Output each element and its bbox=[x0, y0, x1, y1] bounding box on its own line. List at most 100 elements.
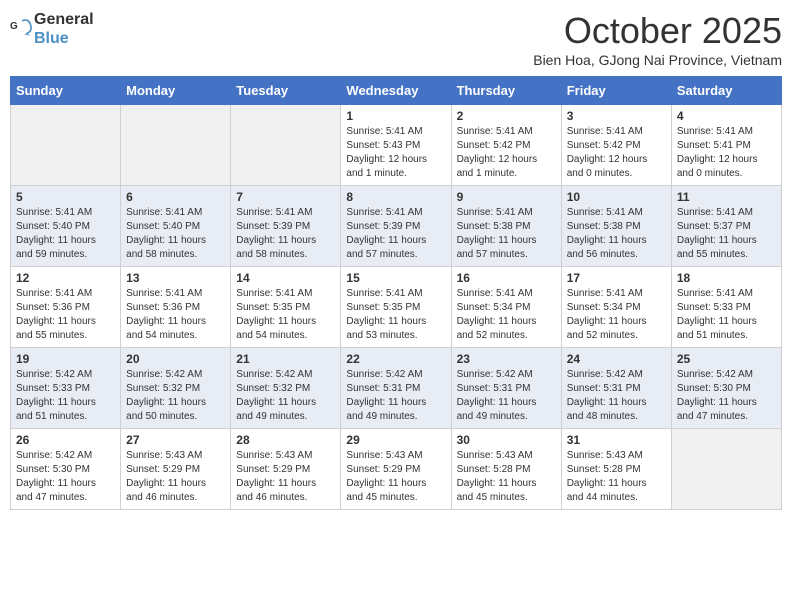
header-sunday: Sunday bbox=[11, 77, 121, 105]
day-number: 30 bbox=[457, 433, 556, 447]
calendar-cell: 15 Sunrise: 5:41 AMSunset: 5:35 PMDayligh… bbox=[341, 267, 451, 348]
calendar-cell: 25 Sunrise: 5:42 AMSunset: 5:30 PMDayligh… bbox=[671, 348, 781, 429]
day-number: 26 bbox=[16, 433, 115, 447]
calendar-cell: 5 Sunrise: 5:41 AMSunset: 5:40 PMDaylight… bbox=[11, 186, 121, 267]
logo-line2: Blue bbox=[34, 29, 94, 48]
day-info: Sunrise: 5:42 AMSunset: 5:30 PMDaylight:… bbox=[677, 368, 776, 424]
calendar-cell: 24Sunrise: 5:42 AMSunset: 5:31 PMDayligh… bbox=[561, 348, 671, 429]
calendar-cell: 23 Sunrise: 5:42 AMSunset: 5:31 PMDayligh… bbox=[451, 348, 561, 429]
day-number: 1 bbox=[346, 109, 445, 123]
day-number: 18 bbox=[677, 271, 776, 285]
calendar-cell: 3 Sunrise: 5:41 AMSunset: 5:42 PMDaylight… bbox=[561, 105, 671, 186]
calendar-cell bbox=[231, 105, 341, 186]
day-info: Sunrise: 5:42 AMSunset: 5:30 PMDaylight:… bbox=[16, 449, 115, 505]
calendar-cell: 31Sunrise: 5:43 AMSunset: 5:28 PMDayligh… bbox=[561, 429, 671, 510]
calendar-cell: 6Sunrise: 5:41 AMSunset: 5:40 PMDaylight… bbox=[121, 186, 231, 267]
day-info: Sunrise: 5:42 AMSunset: 5:32 PMDaylight:… bbox=[126, 368, 225, 424]
day-number: 25 bbox=[677, 352, 776, 366]
calendar-cell: 18Sunrise: 5:41 AMSunset: 5:33 PMDayligh… bbox=[671, 267, 781, 348]
day-number: 24 bbox=[567, 352, 666, 366]
day-number: 6 bbox=[126, 190, 225, 204]
day-info: Sunrise: 5:41 AMSunset: 5:37 PMDaylight:… bbox=[677, 206, 776, 262]
day-number: 13 bbox=[126, 271, 225, 285]
day-number: 29 bbox=[346, 433, 445, 447]
day-number: 21 bbox=[236, 352, 335, 366]
calendar-cell: 26 Sunrise: 5:42 AMSunset: 5:30 PMDayligh… bbox=[11, 429, 121, 510]
calendar-cell bbox=[11, 105, 121, 186]
day-info: Sunrise: 5:41 AMSunset: 5:34 PMDaylight:… bbox=[567, 287, 666, 343]
week-row-5: 26 Sunrise: 5:42 AMSunset: 5:30 PMDayligh… bbox=[11, 429, 782, 510]
day-number: 31 bbox=[567, 433, 666, 447]
calendar-cell: 22Sunrise: 5:42 AMSunset: 5:31 PMDayligh… bbox=[341, 348, 451, 429]
calendar-cell: 1 Sunrise: 5:41 AMSunset: 5:43 PMDaylight… bbox=[341, 105, 451, 186]
calendar-table: SundayMondayTuesdayWednesdayThursdayFrid… bbox=[10, 76, 782, 510]
calendar-cell: 27Sunrise: 5:43 AMSunset: 5:29 PMDayligh… bbox=[121, 429, 231, 510]
calendar-cell: 29 Sunrise: 5:43 AMSunset: 5:29 PMDayligh… bbox=[341, 429, 451, 510]
day-info: Sunrise: 5:43 AMSunset: 5:29 PMDaylight:… bbox=[126, 449, 225, 505]
day-info: Sunrise: 5:42 AMSunset: 5:32 PMDaylight:… bbox=[236, 368, 335, 424]
day-number: 10 bbox=[567, 190, 666, 204]
day-info: Sunrise: 5:42 AMSunset: 5:31 PMDaylight:… bbox=[457, 368, 556, 424]
calendar-title: October 2025 bbox=[533, 10, 782, 52]
header-friday: Friday bbox=[561, 77, 671, 105]
calendar-subtitle: Bien Hoa, GJong Nai Province, Vietnam bbox=[533, 52, 782, 68]
header-wednesday: Wednesday bbox=[341, 77, 451, 105]
header-monday: Monday bbox=[121, 77, 231, 105]
day-info: Sunrise: 5:41 AMSunset: 5:39 PMDaylight:… bbox=[346, 206, 445, 262]
day-info: Sunrise: 5:43 AMSunset: 5:28 PMDaylight:… bbox=[457, 449, 556, 505]
day-info: Sunrise: 5:41 AMSunset: 5:40 PMDaylight:… bbox=[16, 206, 115, 262]
logo-icon: G bbox=[10, 18, 32, 40]
day-number: 19 bbox=[16, 352, 115, 366]
day-info: Sunrise: 5:43 AMSunset: 5:29 PMDaylight:… bbox=[236, 449, 335, 505]
day-number: 7 bbox=[236, 190, 335, 204]
day-number: 5 bbox=[16, 190, 115, 204]
day-info: Sunrise: 5:41 AMSunset: 5:35 PMDaylight:… bbox=[346, 287, 445, 343]
title-block: October 2025 Bien Hoa, GJong Nai Provinc… bbox=[533, 10, 782, 68]
day-number: 23 bbox=[457, 352, 556, 366]
header-saturday: Saturday bbox=[671, 77, 781, 105]
day-number: 16 bbox=[457, 271, 556, 285]
calendar-cell: 28 Sunrise: 5:43 AMSunset: 5:29 PMDayligh… bbox=[231, 429, 341, 510]
day-number: 3 bbox=[567, 109, 666, 123]
day-info: Sunrise: 5:41 AMSunset: 5:38 PMDaylight:… bbox=[457, 206, 556, 262]
day-number: 20 bbox=[126, 352, 225, 366]
calendar-cell: 13Sunrise: 5:41 AMSunset: 5:36 PMDayligh… bbox=[121, 267, 231, 348]
calendar-cell: 20 Sunrise: 5:42 AMSunset: 5:32 PMDayligh… bbox=[121, 348, 231, 429]
day-info: Sunrise: 5:41 AMSunset: 5:43 PMDaylight:… bbox=[346, 125, 445, 181]
week-row-4: 19Sunrise: 5:42 AMSunset: 5:33 PMDayligh… bbox=[11, 348, 782, 429]
day-number: 15 bbox=[346, 271, 445, 285]
page-header: G General Blue October 2025 Bien Hoa, GJ… bbox=[10, 10, 782, 68]
day-info: Sunrise: 5:41 AMSunset: 5:42 PMDaylight:… bbox=[457, 125, 556, 181]
calendar-cell: 4 Sunrise: 5:41 AMSunset: 5:41 PMDaylight… bbox=[671, 105, 781, 186]
day-number: 9 bbox=[457, 190, 556, 204]
header-row: SundayMondayTuesdayWednesdayThursdayFrid… bbox=[11, 77, 782, 105]
day-number: 4 bbox=[677, 109, 776, 123]
header-tuesday: Tuesday bbox=[231, 77, 341, 105]
day-number: 14 bbox=[236, 271, 335, 285]
calendar-cell: 14 Sunrise: 5:41 AMSunset: 5:35 PMDayligh… bbox=[231, 267, 341, 348]
calendar-cell: 30 Sunrise: 5:43 AMSunset: 5:28 PMDayligh… bbox=[451, 429, 561, 510]
day-number: 8 bbox=[346, 190, 445, 204]
calendar-cell bbox=[671, 429, 781, 510]
day-info: Sunrise: 5:41 AMSunset: 5:41 PMDaylight:… bbox=[677, 125, 776, 181]
day-number: 11 bbox=[677, 190, 776, 204]
day-number: 12 bbox=[16, 271, 115, 285]
calendar-cell bbox=[121, 105, 231, 186]
week-row-2: 5 Sunrise: 5:41 AMSunset: 5:40 PMDaylight… bbox=[11, 186, 782, 267]
calendar-cell: 10 Sunrise: 5:41 AMSunset: 5:38 PMDayligh… bbox=[561, 186, 671, 267]
logo: G General Blue bbox=[10, 10, 94, 48]
day-number: 28 bbox=[236, 433, 335, 447]
day-info: Sunrise: 5:41 AMSunset: 5:38 PMDaylight:… bbox=[567, 206, 666, 262]
calendar-cell: 16Sunrise: 5:41 AMSunset: 5:34 PMDayligh… bbox=[451, 267, 561, 348]
calendar-cell: 11 Sunrise: 5:41 AMSunset: 5:37 PMDayligh… bbox=[671, 186, 781, 267]
day-info: Sunrise: 5:43 AMSunset: 5:29 PMDaylight:… bbox=[346, 449, 445, 505]
day-info: Sunrise: 5:41 AMSunset: 5:42 PMDaylight:… bbox=[567, 125, 666, 181]
calendar-cell: 9 Sunrise: 5:41 AMSunset: 5:38 PMDaylight… bbox=[451, 186, 561, 267]
day-info: Sunrise: 5:41 AMSunset: 5:36 PMDaylight:… bbox=[16, 287, 115, 343]
day-number: 22 bbox=[346, 352, 445, 366]
calendar-cell: 7Sunrise: 5:41 AMSunset: 5:39 PMDaylight… bbox=[231, 186, 341, 267]
day-info: Sunrise: 5:41 AMSunset: 5:35 PMDaylight:… bbox=[236, 287, 335, 343]
calendar-cell: 21 Sunrise: 5:42 AMSunset: 5:32 PMDayligh… bbox=[231, 348, 341, 429]
week-row-3: 12 Sunrise: 5:41 AMSunset: 5:36 PMDayligh… bbox=[11, 267, 782, 348]
header-thursday: Thursday bbox=[451, 77, 561, 105]
